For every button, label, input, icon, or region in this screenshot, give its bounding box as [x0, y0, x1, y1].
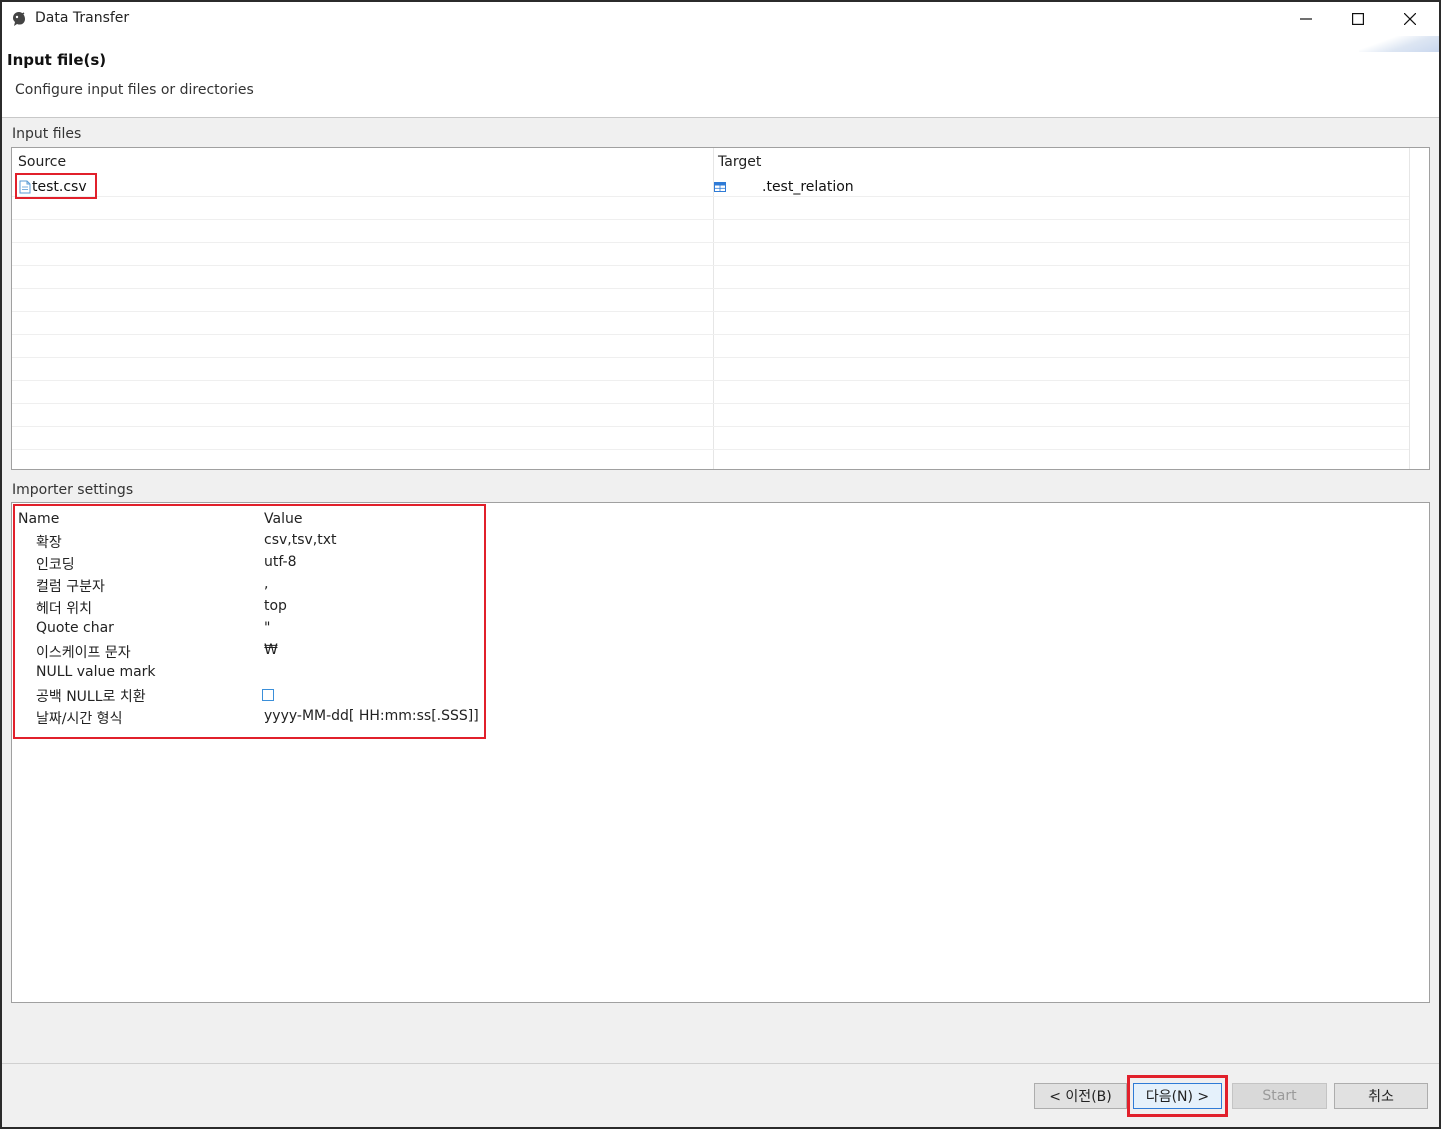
setting-name: 공백 NULL로 치환 — [36, 689, 146, 705]
setting-name: 인코딩 — [36, 557, 75, 573]
source-file-name: test.csv — [32, 179, 87, 195]
close-button[interactable] — [1384, 2, 1436, 36]
setting-value[interactable]: utf-8 — [264, 554, 296, 570]
input-files-table[interactable]: Source Target test.csv .test_relation — [11, 147, 1430, 470]
page-description: Configure input files or directories — [15, 82, 254, 98]
value-column-header[interactable]: Value — [264, 511, 302, 527]
setting-row-escape-char[interactable]: 이스케이프 문자 ₩ — [12, 642, 482, 664]
setting-name: 확장 — [36, 535, 62, 551]
button-bar-divider — [2, 1063, 1439, 1064]
importer-settings-label: Importer settings — [12, 482, 134, 498]
table-icon — [714, 182, 726, 192]
setting-name: Quote char — [36, 620, 114, 636]
setting-value[interactable]: ₩ — [264, 642, 278, 658]
setting-row-encoding[interactable]: 인코딩 utf-8 — [12, 554, 482, 576]
setting-row-empty-as-null[interactable]: 공백 NULL로 치환 — [12, 686, 482, 708]
header-banner — [1359, 36, 1439, 52]
name-column-header[interactable]: Name — [18, 511, 59, 527]
wizard-header: Input file(s) Configure input files or d… — [2, 36, 1439, 118]
input-files-label: Input files — [12, 126, 82, 142]
setting-name: 헤더 위치 — [36, 601, 92, 617]
window-title: Data Transfer — [35, 10, 130, 26]
cancel-button[interactable]: 취소 — [1334, 1083, 1428, 1109]
row-divider — [12, 265, 1409, 266]
row-divider — [12, 288, 1409, 289]
table-header: Source Target — [12, 148, 1429, 173]
back-button[interactable]: < 이전(B) — [1034, 1083, 1127, 1109]
row-divider — [12, 334, 1409, 335]
source-column-header[interactable]: Source — [18, 154, 66, 170]
row-divider — [12, 357, 1409, 358]
minimize-button[interactable] — [1280, 2, 1332, 36]
maximize-icon — [1352, 13, 1364, 25]
page-title: Input file(s) — [7, 51, 107, 69]
target-cell[interactable]: .test_relation — [714, 179, 854, 195]
setting-row-quote-char[interactable]: Quote char " — [12, 620, 482, 642]
setting-row-header-position[interactable]: 헤더 위치 top — [12, 598, 482, 620]
row-divider — [12, 242, 1409, 243]
setting-value[interactable]: " — [264, 620, 270, 636]
close-icon — [1404, 13, 1416, 25]
setting-value[interactable]: csv,tsv,txt — [264, 532, 337, 548]
empty-as-null-checkbox[interactable] — [262, 689, 274, 701]
importer-settings-table[interactable]: Name Value 확장 csv,tsv,txt 인코딩 utf-8 컬럼 구… — [11, 502, 1430, 1003]
setting-row-datetime-format[interactable]: 날짜/시간 형식 yyyy-MM-dd[ HH:mm:ss[.SSS]] — [12, 708, 482, 730]
row-divider — [12, 219, 1409, 220]
app-icon — [13, 12, 25, 26]
setting-value[interactable]: yyyy-MM-dd[ HH:mm:ss[.SSS]] — [264, 708, 479, 724]
setting-name: NULL value mark — [36, 664, 156, 680]
row-divider — [12, 311, 1409, 312]
row-divider — [12, 196, 1409, 197]
setting-name: 날짜/시간 형식 — [36, 711, 123, 727]
setting-value[interactable]: top — [264, 598, 287, 614]
column-divider — [1409, 148, 1410, 469]
row-divider — [12, 426, 1409, 427]
source-cell[interactable]: test.csv — [15, 173, 97, 199]
table-row[interactable]: test.csv .test_relation — [12, 173, 1409, 199]
setting-name: 이스케이프 문자 — [36, 645, 131, 661]
setting-value[interactable]: , — [264, 576, 268, 592]
setting-row-null-value-mark[interactable]: NULL value mark — [12, 664, 482, 686]
title-bar: Data Transfer — [2, 2, 1439, 36]
minimize-icon — [1300, 18, 1312, 20]
setting-row-column-delimiter[interactable]: 컬럼 구분자 , — [12, 576, 482, 598]
file-icon — [19, 180, 31, 194]
target-column-header[interactable]: Target — [718, 154, 761, 170]
row-divider — [12, 403, 1409, 404]
next-button[interactable]: 다음(N) > — [1133, 1083, 1222, 1109]
maximize-button[interactable] — [1332, 2, 1384, 36]
row-divider — [12, 449, 1409, 450]
setting-row-extension[interactable]: 확장 csv,tsv,txt — [12, 532, 482, 554]
setting-name: 컬럼 구분자 — [36, 579, 105, 595]
data-transfer-window: Data Transfer Input file(s) Configure in… — [2, 2, 1439, 1127]
target-table-name: .test_relation — [762, 179, 854, 195]
row-divider — [12, 380, 1409, 381]
start-button[interactable]: Start — [1232, 1083, 1327, 1109]
